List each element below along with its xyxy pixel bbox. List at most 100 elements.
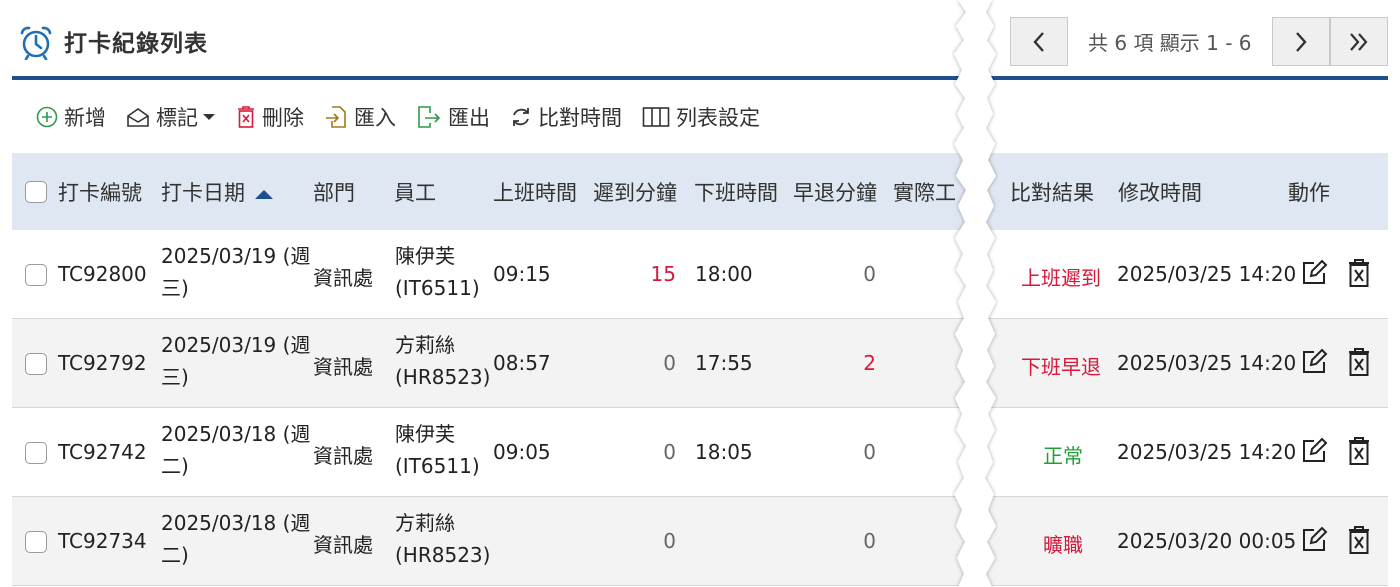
punch-date-line1: 2025/03/19 (週 — [161, 244, 311, 268]
late-minutes: 0 — [663, 351, 676, 375]
import-label: 匯入 — [354, 106, 396, 130]
edit-icon[interactable] — [1300, 526, 1328, 554]
sort-asc-icon — [254, 190, 273, 199]
refresh-icon — [513, 108, 529, 126]
punch-date-line2: 二) — [161, 454, 189, 478]
caret-down-icon — [203, 114, 215, 120]
export-label: 匯出 — [448, 106, 490, 130]
employee-code: (IT6511) — [395, 454, 480, 478]
modified-time: 2025/03/25 14:20 — [1117, 440, 1297, 464]
out-time: 17:55 — [695, 351, 753, 375]
employee-code: (IT6511) — [395, 276, 480, 300]
edit-icon[interactable] — [1300, 348, 1328, 376]
edit-icon[interactable] — [1300, 437, 1328, 465]
punch-id: TC92742 — [58, 440, 147, 464]
delete-icon[interactable] — [1347, 258, 1371, 288]
department: 資訊處 — [313, 266, 373, 290]
col-header-date[interactable]: 打卡日期 — [161, 177, 274, 207]
table-row[interactable]: TC92800 2025/03/19 (週 三) 資訊處 陳伊芙 (IT6511) … — [12, 230, 1388, 319]
envelope-open-icon — [127, 108, 149, 127]
col-header-early[interactable]: 早退分鐘 — [793, 177, 877, 207]
delete-icon[interactable] — [1347, 347, 1371, 377]
col-header-employee[interactable]: 員工 — [394, 177, 436, 207]
employee: 方莉絲 (HR8523) — [395, 329, 490, 393]
row-checkbox[interactable] — [25, 442, 47, 464]
early-minutes: 0 — [863, 440, 876, 464]
col-header-id[interactable]: 打卡編號 — [58, 177, 142, 207]
punch-date-line1: 2025/03/19 (週 — [161, 333, 311, 357]
plus-circle-icon — [36, 106, 58, 128]
edit-icon[interactable] — [1300, 259, 1328, 287]
punch-date-line2: 三) — [161, 365, 189, 389]
punch-id: TC92734 — [58, 529, 147, 553]
late-minutes: 0 — [663, 529, 676, 553]
table-row[interactable]: TC92742 2025/03/18 (週 二) 資訊處 陳伊芙 (IT6511) … — [12, 408, 1388, 497]
punch-date: 2025/03/18 (週 二) — [161, 507, 310, 571]
compare-time-button[interactable]: 比對時間 — [510, 102, 622, 132]
late-minutes: 0 — [663, 440, 676, 464]
list-settings-label: 列表設定 — [676, 106, 760, 130]
prev-page-button[interactable] — [1010, 17, 1068, 66]
early-minutes: 0 — [863, 529, 876, 553]
delete-icon[interactable] — [1347, 436, 1371, 466]
department: 資訊處 — [313, 533, 373, 557]
late-minutes: 15 — [650, 262, 676, 286]
col-header-result[interactable]: 比對結果 — [1010, 177, 1094, 207]
compare-time-label: 比對時間 — [538, 106, 622, 130]
add-label: 新增 — [64, 106, 106, 130]
col-header-out-time[interactable]: 下班時間 — [694, 177, 778, 207]
next-page-button[interactable] — [1271, 17, 1330, 66]
export-button[interactable]: 匯出 — [416, 102, 490, 132]
delete-button[interactable]: 刪除 — [236, 102, 304, 132]
table-row[interactable]: TC92734 2025/03/18 (週 二) 資訊處 方莉絲 (HR8523) … — [12, 497, 1388, 586]
table-row[interactable]: TC92792 2025/03/19 (週 三) 資訊處 方莉絲 (HR8523) … — [12, 319, 1388, 408]
import-button[interactable]: 匯入 — [324, 102, 396, 132]
add-button[interactable]: 新增 — [36, 102, 106, 132]
mark-dropdown-button[interactable]: 標記 — [126, 102, 216, 132]
punch-record-table: 打卡編號 打卡日期 部門 員工 上班時間 遲到分鐘 下班時間 早退分鐘 實際工 … — [12, 153, 1388, 586]
title-underline — [12, 76, 1388, 80]
punch-date-line1: 2025/03/18 (週 — [161, 422, 311, 446]
chevron-left-icon — [1033, 31, 1044, 52]
list-settings-button[interactable]: 列表設定 — [642, 102, 760, 132]
employee: 方莉絲 (HR8523) — [395, 507, 490, 571]
select-all-checkbox[interactable] — [25, 181, 47, 203]
last-page-button[interactable] — [1329, 17, 1388, 66]
delete-label: 刪除 — [262, 106, 304, 130]
row-checkbox[interactable] — [25, 531, 47, 553]
col-header-actions: 動作 — [1288, 181, 1330, 205]
department: 資訊處 — [313, 355, 373, 379]
row-checkbox[interactable] — [25, 353, 47, 375]
employee: 陳伊芙 (IT6511) — [395, 240, 480, 304]
col-header-actual[interactable]: 實際工 — [893, 177, 956, 207]
modified-time: 2025/03/25 14:20 — [1117, 262, 1297, 286]
columns-icon — [642, 107, 670, 127]
row-checkbox[interactable] — [25, 264, 47, 286]
department: 資訊處 — [313, 444, 373, 468]
table-header: 打卡編號 打卡日期 部門 員工 上班時間 遲到分鐘 下班時間 早退分鐘 實際工 … — [12, 153, 1388, 230]
modified-time: 2025/03/20 00:05 — [1117, 529, 1297, 553]
punch-date-line1: 2025/03/18 (週 — [161, 511, 311, 535]
punch-id: TC92800 — [58, 262, 147, 286]
trash-icon — [238, 106, 254, 128]
torn-edge-divider — [954, 0, 996, 587]
employee-code: (HR8523) — [395, 365, 491, 389]
modified-time: 2025/03/25 14:20 — [1117, 351, 1297, 375]
col-header-late[interactable]: 遲到分鐘 — [593, 177, 677, 207]
punch-date-line2: 三) — [161, 276, 189, 300]
in-time: 09:15 — [493, 262, 551, 286]
import-icon — [326, 106, 346, 128]
employee-name: 陳伊芙 — [395, 422, 455, 446]
result-status: 下班早退 — [1021, 355, 1101, 379]
employee-name: 方莉絲 — [395, 333, 455, 357]
pager: 共 6 項 顯示 1 - 6 — [1010, 17, 1388, 66]
punch-date-line2: 二) — [161, 543, 189, 567]
out-time: 18:05 — [695, 440, 753, 464]
col-header-modified[interactable]: 修改時間 — [1118, 177, 1202, 207]
col-header-in-time[interactable]: 上班時間 — [493, 177, 577, 207]
toolbar: 新增 標記 刪除 匯入 匯出 比對時間 列表設定 — [36, 100, 780, 134]
delete-icon[interactable] — [1347, 525, 1371, 555]
result-status: 曠職 — [1043, 533, 1083, 557]
col-header-dept[interactable]: 部門 — [313, 177, 355, 207]
early-minutes: 2 — [863, 351, 876, 375]
